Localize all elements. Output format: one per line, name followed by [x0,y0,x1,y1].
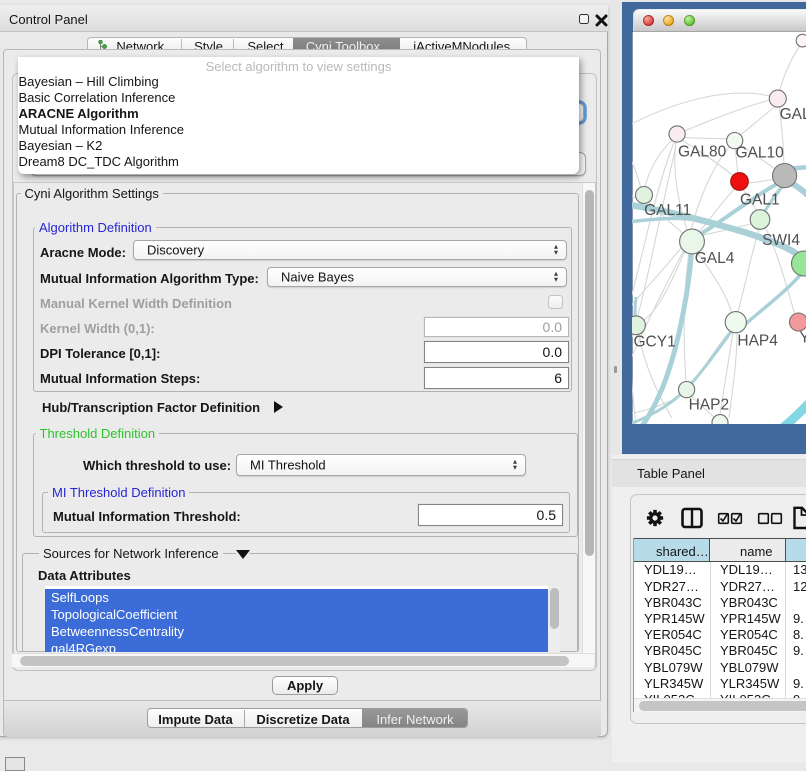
svg-text:GAL11: GAL11 [644,202,691,219]
svg-text:SWI4: SWI4 [762,231,800,248]
svg-text:HAP4: HAP4 [737,332,778,349]
svg-text:Y: Y [800,329,806,346]
svg-text:GAL80: GAL80 [678,143,727,160]
svg-text:GAL: GAL [780,105,806,122]
svg-text:GCY1: GCY1 [634,333,676,350]
svg-text:GAL1: GAL1 [740,191,780,208]
svg-text:GAL4: GAL4 [695,249,735,266]
svg-text:GAL10: GAL10 [736,144,785,161]
svg-text:HAP2: HAP2 [689,396,730,413]
